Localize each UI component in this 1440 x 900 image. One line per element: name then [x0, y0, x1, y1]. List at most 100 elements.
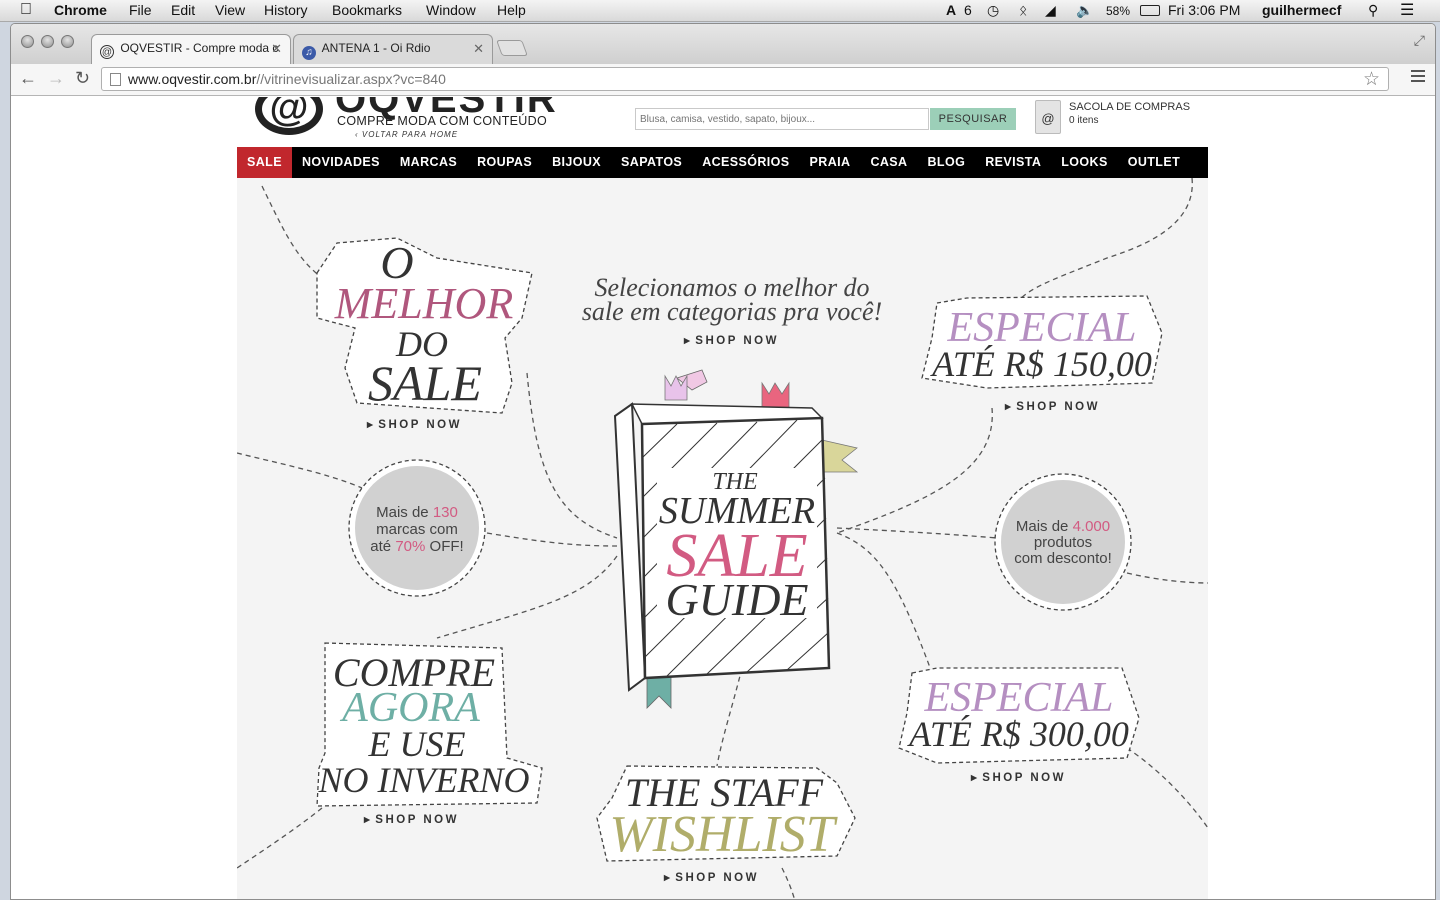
melhor-line2: MELHOR [334, 279, 514, 328]
menu-view[interactable]: View [215, 2, 245, 18]
url-path: //vitrinevisualizar.aspx?vc=840 [256, 71, 446, 87]
clock[interactable]: Fri 3:06 PM [1168, 2, 1240, 18]
shopping-bag-icon[interactable]: @ [1035, 100, 1061, 134]
circle-brands[interactable]: Mais de 130 marcas com até 70% OFF! [348, 459, 486, 597]
play-arrow-icon: ▸ [1004, 401, 1013, 413]
staff-wishlist-badge[interactable]: THE STAFF WISHLIST [596, 765, 856, 863]
red-bookmark-icon [761, 381, 790, 411]
page-icon [110, 73, 121, 86]
browser-window: @ OQVESTIR - Compre moda c ✕ ♫ ANTENA 1 … [10, 23, 1436, 900]
especial-300-badge[interactable]: ESPECIAL ATÉ R$ 300,00 [898, 667, 1140, 764]
menu-app-name[interactable]: Chrome [54, 2, 107, 18]
nav-marcas[interactable]: MARCAS [390, 147, 467, 178]
main-nav: SALE NOVIDADES MARCAS ROUPAS BIJOUX SAPA… [237, 147, 1208, 178]
nav-bijoux[interactable]: BIJOUX [542, 147, 611, 178]
menu-history[interactable]: History [264, 2, 308, 18]
especial150-line2: ATÉ R$ 150,00 [930, 344, 1152, 384]
bag-count: 0 itens [1069, 115, 1099, 126]
menu-bookmarks[interactable]: Bookmarks [332, 2, 402, 18]
volume-icon[interactable]: 🔈 [1076, 2, 1093, 19]
search-button[interactable]: PESQUISAR [930, 108, 1016, 130]
play-arrow-icon: ▸ [363, 814, 372, 826]
shop-now-text: SHOP NOW [378, 419, 462, 431]
search-input[interactable] [635, 108, 929, 130]
play-arrow-icon: ▸ [366, 419, 375, 431]
fullscreen-icon[interactable]: ⤢ [1414, 32, 1425, 49]
shop-now-compre[interactable]: ▸ SHOP NOW [363, 814, 459, 826]
menu-help[interactable]: Help [497, 2, 526, 18]
compre-line3: E USE [368, 724, 466, 764]
nav-blog[interactable]: BLOG [917, 147, 975, 178]
chrome-menu-icon[interactable] [1411, 70, 1425, 85]
tab-antena[interactable]: ♫ ANTENA 1 - Oi Rdio ✕ [293, 34, 493, 64]
nav-revista[interactable]: REVISTA [975, 147, 1051, 178]
nav-sale[interactable]: SALE [237, 147, 292, 178]
circle-products-a: Mais de [1016, 518, 1073, 535]
apple-icon[interactable]:  [20, 1, 32, 19]
address-bar[interactable]: www.oqvestir.com.br//vitrinevisualizar.a… [101, 67, 1389, 91]
shop-now-150[interactable]: ▸ SHOP NOW [1004, 401, 1100, 413]
nav-sapatos[interactable]: SAPATOS [611, 147, 692, 178]
intro-line2: sale em categorias pra você! [582, 297, 882, 326]
spotlight-icon[interactable]: ⚲ [1368, 2, 1378, 19]
back-home-link[interactable]: ‹ VOLTAR PARA HOME [355, 130, 458, 139]
circle-products[interactable]: Mais de 4.000 produtos com desconto! [994, 473, 1132, 611]
especial-150-badge[interactable]: ESPECIAL ATÉ R$ 150,00 [921, 295, 1163, 389]
shop-now-staff[interactable]: ▸ SHOP NOW [663, 872, 759, 884]
nav-praia[interactable]: PRAIA [800, 147, 861, 178]
tab-close-icon[interactable]: ✕ [271, 41, 282, 57]
nav-acessorios[interactable]: ACESSÓRIOS [692, 147, 799, 178]
menu-file[interactable]: File [129, 2, 152, 18]
window-close-button[interactable] [21, 35, 34, 48]
shop-now-text: SHOP NOW [1016, 401, 1100, 413]
adobe-icon[interactable]: A [946, 2, 956, 18]
nav-outlet[interactable]: OUTLET [1118, 147, 1190, 178]
shop-now-text: SHOP NOW [982, 772, 1066, 784]
user-name[interactable]: guilhermecf [1262, 2, 1341, 18]
staff-line2: WISHLIST [609, 806, 837, 863]
shop-now-text: SHOP NOW [375, 814, 459, 826]
reload-icon[interactable]: ↻ [75, 68, 90, 89]
notification-center-icon[interactable]: ☰ [1400, 0, 1414, 20]
bluetooth-icon[interactable]: ᛟ [1019, 2, 1027, 18]
battery-percent[interactable]: 58% [1106, 4, 1130, 18]
compre-agora-badge[interactable]: COMPRE AGORA E USE NO INVERNO [316, 642, 543, 807]
nav-roupas[interactable]: ROUPAS [467, 147, 542, 178]
nav-looks[interactable]: LOOKS [1051, 147, 1117, 178]
shop-now-text: SHOP NOW [675, 872, 759, 884]
circle-brands-e: 70% [395, 538, 425, 555]
forward-arrow-icon[interactable]: → [47, 68, 65, 89]
melhor-do-sale-badge[interactable]: O MELHOR DO SALE [316, 237, 533, 414]
shop-now-melhor[interactable]: ▸ SHOP NOW [366, 419, 462, 431]
window-minimize-button[interactable] [41, 35, 54, 48]
shop-now-intro[interactable]: ▸ SHOP NOW [683, 335, 779, 347]
back-arrow-icon[interactable]: ← [19, 68, 37, 89]
circle-brands-f: OFF! [425, 538, 463, 555]
wifi-icon[interactable]: ◢ [1045, 2, 1056, 19]
time-machine-icon[interactable]: ◷ [987, 2, 999, 19]
menu-edit[interactable]: Edit [171, 2, 195, 18]
nav-casa[interactable]: CASA [860, 147, 917, 178]
at-logo-icon[interactable]: @ [255, 97, 323, 135]
shop-now-300[interactable]: ▸ SHOP NOW [970, 772, 1066, 784]
circle-brands-b: 130 [433, 504, 458, 521]
summer-sale-guide-book[interactable]: THE SUMMER SALE GUIDE [613, 369, 859, 709]
tab-close-icon[interactable]: ✕ [473, 41, 484, 57]
play-arrow-icon: ▸ [663, 872, 672, 884]
battery-icon[interactable] [1140, 5, 1160, 16]
bookmark-star-icon[interactable]: ☆ [1363, 68, 1380, 91]
page-viewport: @ OQVESTIR COMPRE MODA COM CONTEÚDO ‹ VO… [11, 97, 1435, 899]
nav-novidades[interactable]: NOVIDADES [292, 147, 390, 178]
circle-products-d: com desconto! [1014, 550, 1112, 567]
tab-oqvestir[interactable]: @ OQVESTIR - Compre moda c ✕ [91, 34, 291, 64]
tagline: COMPRE MODA COM CONTEÚDO [337, 114, 547, 128]
window-zoom-button[interactable] [61, 35, 74, 48]
yellow-bookmark-icon [821, 439, 859, 473]
summer-sale-hero: O MELHOR DO SALE ▸ SHOP NOW Selecionamos … [237, 178, 1208, 899]
svg-text:Mais de 4.000: Mais de 4.000 [1016, 518, 1110, 535]
new-tab-button[interactable] [496, 40, 528, 56]
book-line4: GUIDE [665, 574, 808, 625]
menu-window[interactable]: Window [426, 2, 476, 18]
bag-title[interactable]: SACOLA DE COMPRAS [1069, 101, 1190, 113]
play-arrow-icon: ▸ [970, 772, 979, 784]
